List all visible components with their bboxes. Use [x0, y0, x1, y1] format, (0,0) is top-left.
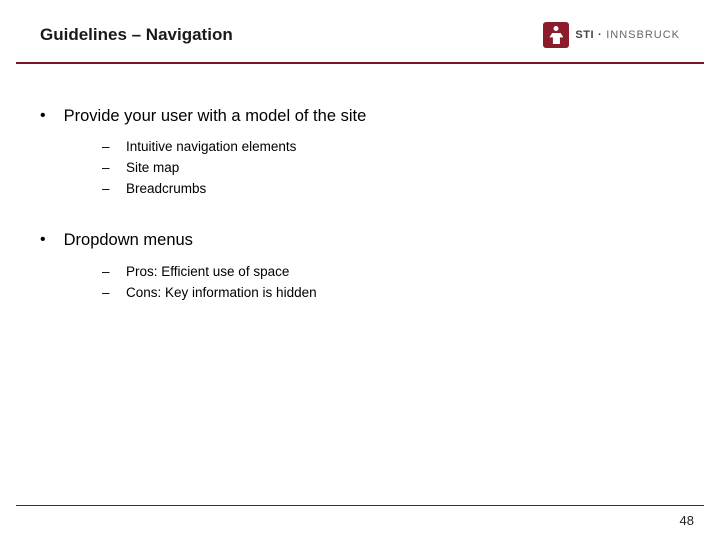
sub-text: Breadcrumbs: [126, 179, 206, 200]
bullet-marker: •: [40, 230, 46, 251]
sub-item: – Intuitive navigation elements: [102, 137, 680, 158]
bullet-text: Dropdown menus: [64, 230, 193, 251]
sub-text: Cons: Key information is hidden: [126, 283, 317, 304]
logo-sti: STI: [575, 29, 594, 41]
dash-marker: –: [102, 262, 112, 283]
slide-content: • Provide your user with a model of the …: [0, 64, 720, 303]
bullet-item: • Provide your user with a model of the …: [40, 106, 680, 127]
logo-inns: INNSBRUCK: [606, 29, 680, 41]
sub-item: – Cons: Key information is hidden: [102, 283, 680, 304]
footer-divider: [16, 505, 704, 506]
logo-dot: ·: [598, 29, 602, 41]
bullet-item: • Dropdown menus: [40, 230, 680, 251]
footer-divider-wrap: [0, 505, 720, 506]
sub-item: – Pros: Efficient use of space: [102, 262, 680, 283]
dash-marker: –: [102, 158, 112, 179]
sub-item: – Breadcrumbs: [102, 179, 680, 200]
page-number: 48: [680, 513, 694, 528]
sub-item: – Site map: [102, 158, 680, 179]
slide-title: Guidelines – Navigation: [40, 25, 233, 45]
bullet-text: Provide your user with a model of the si…: [64, 106, 367, 127]
sti-logo: STI · INNSBRUCK: [543, 22, 680, 48]
sub-text: Pros: Efficient use of space: [126, 262, 289, 283]
dash-marker: –: [102, 179, 112, 200]
sti-logo-icon: [543, 22, 569, 48]
sub-text: Site map: [126, 158, 179, 179]
sub-list: – Pros: Efficient use of space – Cons: K…: [102, 262, 680, 304]
dash-marker: –: [102, 283, 112, 304]
slide-header: Guidelines – Navigation STI · INNSBRUCK: [0, 0, 720, 62]
sub-text: Intuitive navigation elements: [126, 137, 296, 158]
sub-list: – Intuitive navigation elements – Site m…: [102, 137, 680, 200]
bullet-marker: •: [40, 106, 46, 127]
dash-marker: –: [102, 137, 112, 158]
sti-logo-text: STI · INNSBRUCK: [575, 29, 680, 41]
